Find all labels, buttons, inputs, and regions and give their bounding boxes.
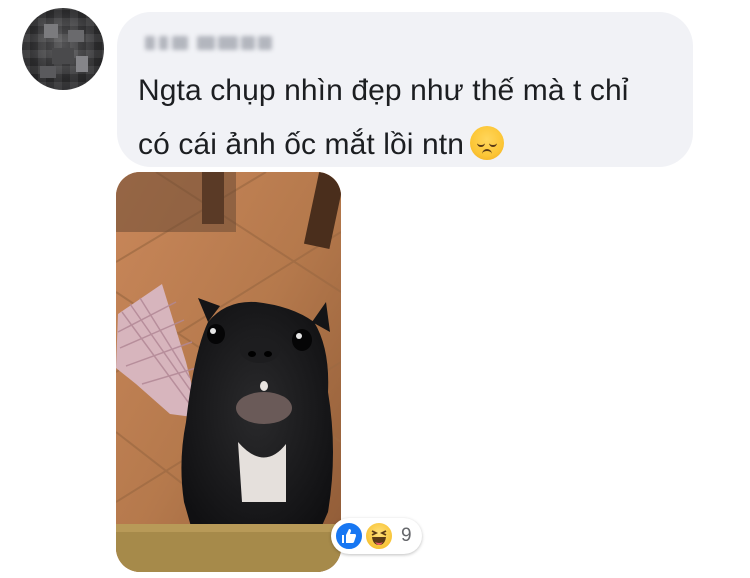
haha-icon xyxy=(364,521,394,551)
author-name-blurred[interactable] xyxy=(145,34,273,52)
dog-photo-image xyxy=(116,172,341,572)
commenter-avatar[interactable] xyxy=(22,8,104,90)
attached-photo[interactable] xyxy=(116,172,341,572)
reaction-count: 9 xyxy=(401,525,412,546)
comment-text-line-2-text: có cái ảnh ốc mắt lồi ntn xyxy=(138,128,465,161)
disappointed-face-emoji-icon xyxy=(470,126,505,160)
like-icon xyxy=(334,521,364,551)
reactions-pill[interactable]: 9 xyxy=(331,518,422,554)
comment-bubble: Ngta chụp nhìn đẹp như thế mà t chỉ có c… xyxy=(117,12,693,167)
comment-text-line-2: có cái ảnh ốc mắt lồi ntn xyxy=(138,118,678,172)
comment-text-line-1: Ngta chụp nhìn đẹp như thế mà t chỉ xyxy=(138,74,629,107)
comment-text: Ngta chụp nhìn đẹp như thế mà t chỉ có c… xyxy=(138,64,678,172)
